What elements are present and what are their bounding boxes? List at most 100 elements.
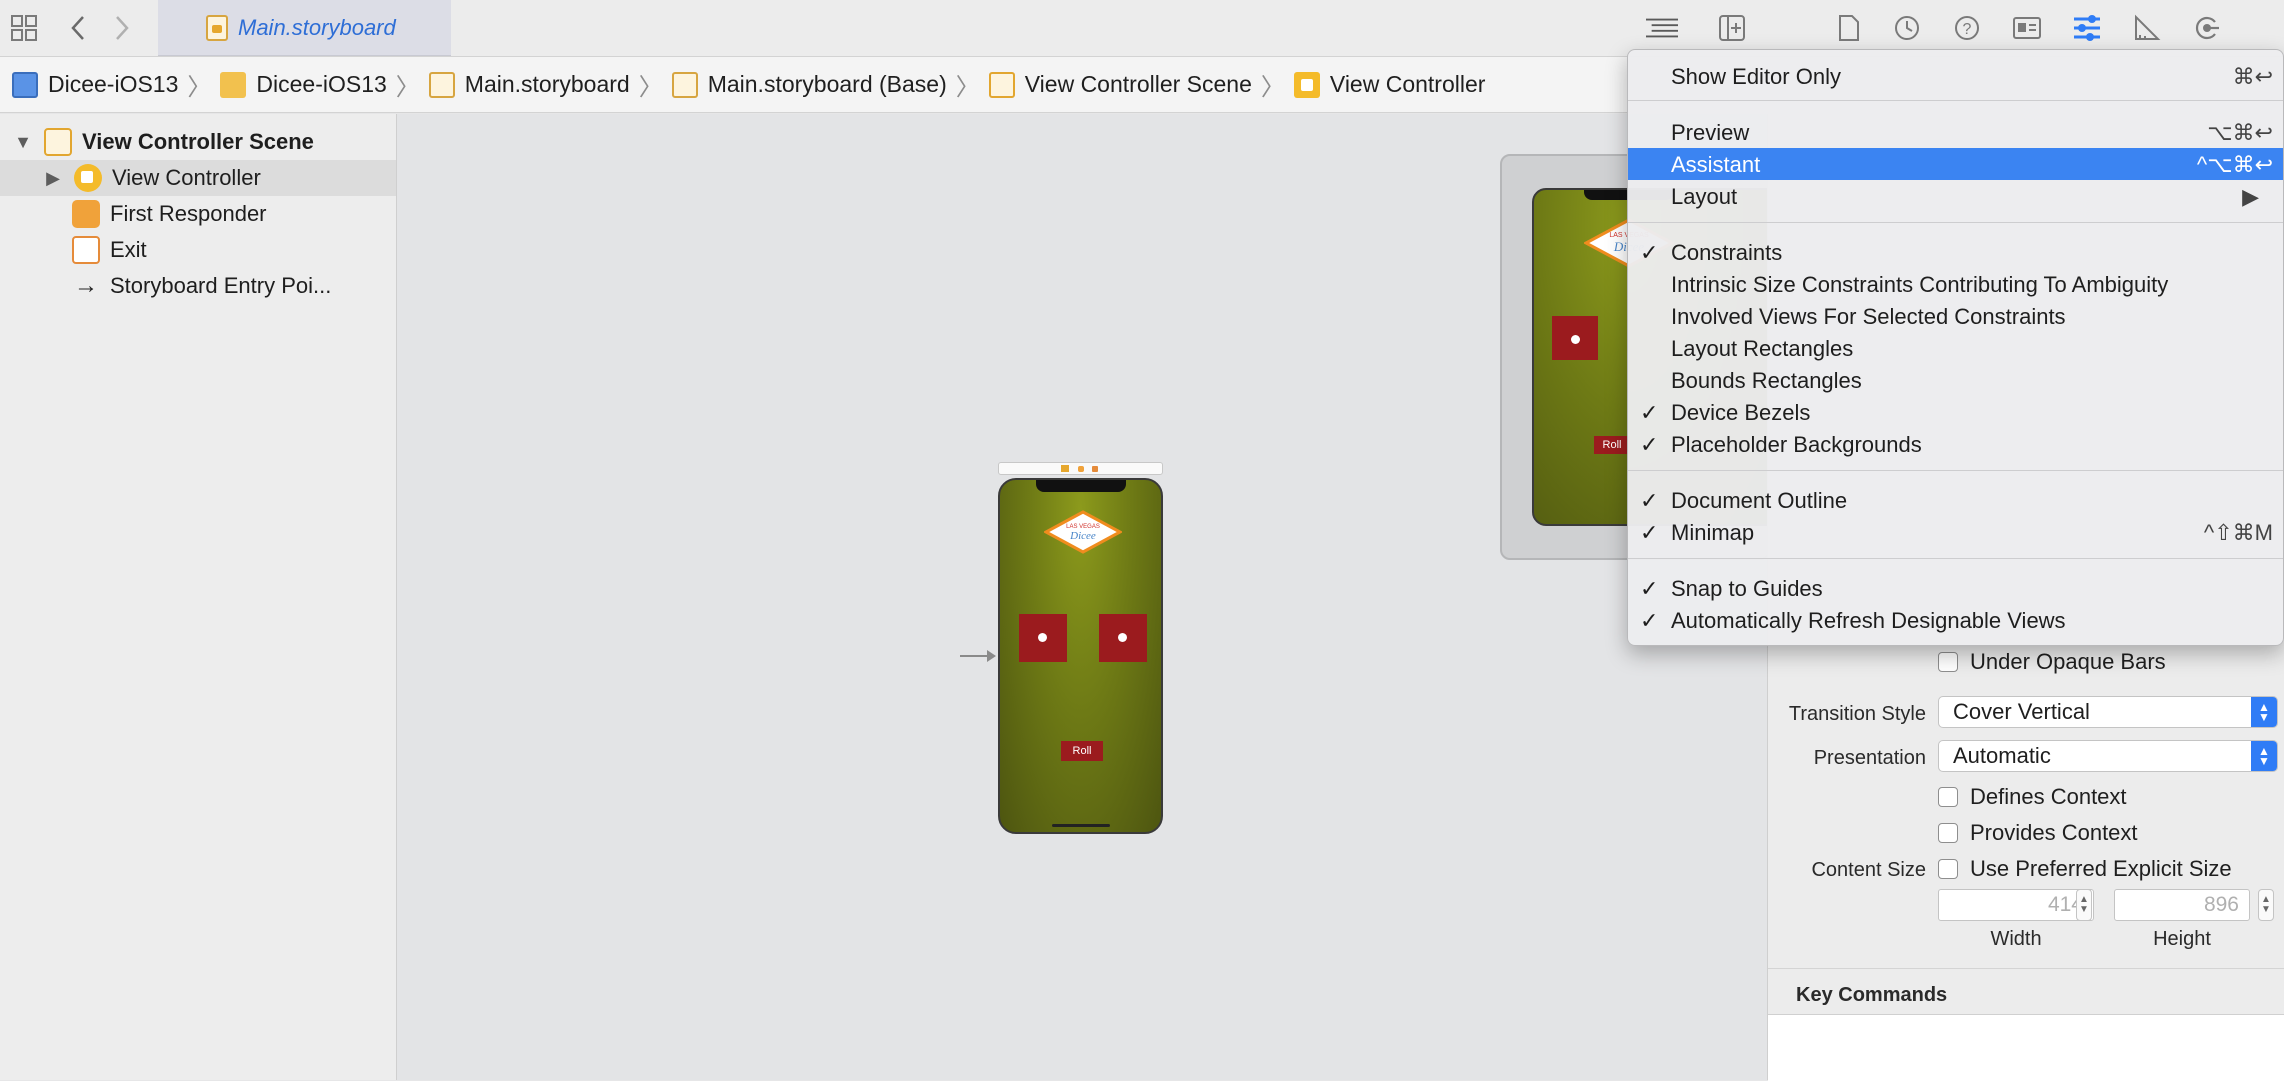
outline-item-first-responder[interactable]: First Responder — [0, 196, 396, 232]
height-label: Height — [2153, 928, 2211, 950]
scene-dock[interactable] — [998, 462, 1163, 475]
menu-item-constraints[interactable]: ✓ Constraints — [1628, 236, 2283, 268]
view-controller-dock-icon[interactable] — [1061, 465, 1069, 472]
scene-icon — [988, 71, 1015, 98]
height-field[interactable]: 896 — [2114, 889, 2250, 921]
menu-item-label: Preview — [1671, 120, 1750, 145]
entry-point-arrow-icon[interactable] — [960, 650, 996, 662]
breadcrumb: Dicee-iOS13 〉 Dicee-iOS13 〉 Main.storybo… — [0, 57, 1630, 113]
identity-inspector-icon[interactable] — [2011, 12, 2043, 44]
presentation-popup[interactable]: Automatic ▲ ▼ — [1938, 740, 2278, 772]
menu-item-involved-views[interactable]: Involved Views For Selected Constraints — [1628, 300, 2283, 332]
menu-item-bounds-rectangles[interactable]: Bounds Rectangles — [1628, 364, 2283, 396]
menu-item-device-bezels[interactable]: ✓ Device Bezels — [1628, 396, 2283, 428]
attributes-inspector-icon[interactable] — [2071, 12, 2103, 44]
breadcrumb-item-project[interactable]: Dicee-iOS13 — [12, 71, 178, 98]
provides-context-label: Provides Context — [1970, 820, 2138, 845]
breadcrumb-item-storyboard[interactable]: Main.storyboard — [428, 71, 630, 98]
breadcrumb-label: Main.storyboard — [464, 71, 630, 97]
outline-item-label: View Controller — [112, 165, 261, 190]
help-inspector-icon[interactable]: ? — [1951, 12, 1983, 44]
menu-item-document-outline[interactable]: ✓ Document Outline — [1628, 484, 2283, 516]
chevron-right-icon: 〉 — [395, 74, 420, 101]
menu-item-preview[interactable]: Preview ⌥⌘↩ — [1628, 116, 2283, 148]
editor-options-icon[interactable] — [1646, 12, 1678, 44]
use-preferred-size-checkbox[interactable] — [1938, 859, 1958, 879]
defines-context-checkbox[interactable] — [1938, 787, 1958, 807]
outline-item-label: Storyboard Entry Poi... — [110, 273, 332, 298]
breadcrumb-item-folder[interactable]: Dicee-iOS13 — [220, 71, 387, 98]
submenu-arrow-icon: ▶ — [2242, 184, 2259, 209]
menu-item-label: Layout Rectangles — [1671, 336, 1854, 361]
menu-item-assistant[interactable]: Assistant ^⌥⌘↩ — [1628, 148, 2283, 180]
provides-context-checkbox[interactable] — [1938, 823, 1958, 843]
exit-dock-icon[interactable] — [1092, 466, 1098, 472]
file-inspector-icon[interactable] — [1833, 12, 1865, 44]
first-responder-icon — [72, 200, 100, 228]
first-responder-dock-icon[interactable] — [1078, 466, 1084, 472]
grid-icon[interactable] — [8, 12, 40, 44]
menu-item-intrinsic-size[interactable]: Intrinsic Size Constraints Contributing … — [1628, 268, 2283, 300]
roll-button[interactable]: Roll — [1061, 741, 1103, 761]
storyboard-file-icon — [671, 71, 698, 98]
breadcrumb-item-scene[interactable]: View Controller Scene — [988, 71, 1252, 98]
menu-separator — [1628, 558, 2283, 559]
outline-scene-label: View Controller Scene — [82, 129, 314, 154]
transition-style-popup[interactable]: Cover Vertical ▲ ▼ — [1938, 696, 2278, 728]
menu-item-label: Involved Views For Selected Constraints — [1671, 304, 2066, 329]
outline-item-label: First Responder — [110, 201, 267, 226]
phone-scene[interactable]: LAS VEGAS Dicee Roll — [998, 478, 1163, 834]
menu-item-placeholder-backgrounds[interactable]: ✓ Placeholder Backgrounds — [1628, 428, 2283, 460]
svg-text:?: ? — [1963, 21, 1972, 38]
breadcrumb-item-view-controller[interactable]: View Controller — [1293, 71, 1486, 98]
divider — [1768, 968, 2284, 969]
menu-item-label: Device Bezels — [1671, 400, 1811, 425]
height-stepper[interactable]: ▲ ▼ — [2258, 889, 2274, 921]
menu-separator — [1628, 470, 2283, 471]
outline-scene-row[interactable]: ▼ View Controller Scene — [0, 124, 396, 160]
forward-arrow-icon[interactable] — [106, 12, 138, 44]
connections-inspector-icon[interactable] — [2191, 12, 2223, 44]
breadcrumb-label: View Controller — [1329, 71, 1486, 97]
menu-item-minimap[interactable]: ✓ Minimap ^⇧⌘M — [1628, 516, 2283, 548]
tab-label: Main.storyboard — [238, 14, 396, 40]
menu-item-label: Intrinsic Size Constraints Contributing … — [1671, 272, 2169, 297]
right-dice-image[interactable] — [1099, 614, 1147, 662]
chevron-right-icon: 〉 — [638, 74, 663, 101]
width-stepper[interactable]: ▲ ▼ — [2076, 889, 2092, 921]
breadcrumb-item-storyboard-base[interactable]: Main.storyboard (Base) — [671, 71, 947, 98]
history-inspector-icon[interactable] — [1891, 12, 1923, 44]
menu-item-shortcut: ⌥⌘↩ — [2207, 120, 2273, 145]
menu-item-show-editor-only[interactable]: Show Editor Only ⌘↩ — [1628, 60, 2283, 92]
outline-item-exit[interactable]: Exit — [0, 232, 396, 268]
checkmark-icon: ✓ — [1640, 488, 1659, 513]
key-commands-table[interactable] — [1768, 1014, 2284, 1081]
back-arrow-icon[interactable] — [62, 12, 94, 44]
width-field[interactable]: 414 — [1938, 889, 2094, 921]
menu-item-auto-refresh[interactable]: ✓ Automatically Refresh Designable Views — [1628, 604, 2283, 636]
menu-item-layout[interactable]: Layout ▶ — [1628, 180, 2283, 212]
arrow-right-icon: → — [74, 272, 98, 299]
chevron-right-icon: 〉 — [187, 74, 212, 101]
defines-context-label: Defines Context — [1970, 784, 2127, 809]
document-outline: ▼ View Controller Scene ▶ View Controlle… — [0, 114, 397, 1080]
project-icon — [12, 71, 38, 98]
outline-item-view-controller[interactable]: ▶ View Controller — [0, 160, 396, 196]
menu-separator — [1628, 100, 2283, 101]
tab-main-storyboard[interactable]: Main.storyboard — [158, 0, 451, 56]
dicee-logo: LAS VEGAS Dicee — [1044, 510, 1122, 554]
menu-item-snap-to-guides[interactable]: ✓ Snap to Guides — [1628, 572, 2283, 604]
outline-item-entry-point[interactable]: → Storyboard Entry Poi... — [0, 268, 396, 304]
popup-arrows-icon: ▲ ▼ — [2251, 741, 2277, 771]
menu-item-label: Assistant — [1671, 152, 1761, 177]
checkmark-icon: ✓ — [1640, 608, 1659, 633]
under-opaque-bars-checkbox[interactable] — [1938, 652, 1958, 672]
disclosure-down-icon[interactable]: ▼ — [12, 132, 34, 153]
size-inspector-icon[interactable] — [2131, 12, 2163, 44]
storyboard-file-icon — [206, 15, 228, 41]
menu-item-layout-rectangles[interactable]: Layout Rectangles — [1628, 332, 2283, 364]
add-editor-icon[interactable] — [1716, 12, 1748, 44]
disclosure-right-icon[interactable]: ▶ — [42, 168, 64, 189]
breadcrumb-label: Main.storyboard (Base) — [707, 71, 947, 97]
left-dice-image[interactable] — [1019, 614, 1067, 662]
